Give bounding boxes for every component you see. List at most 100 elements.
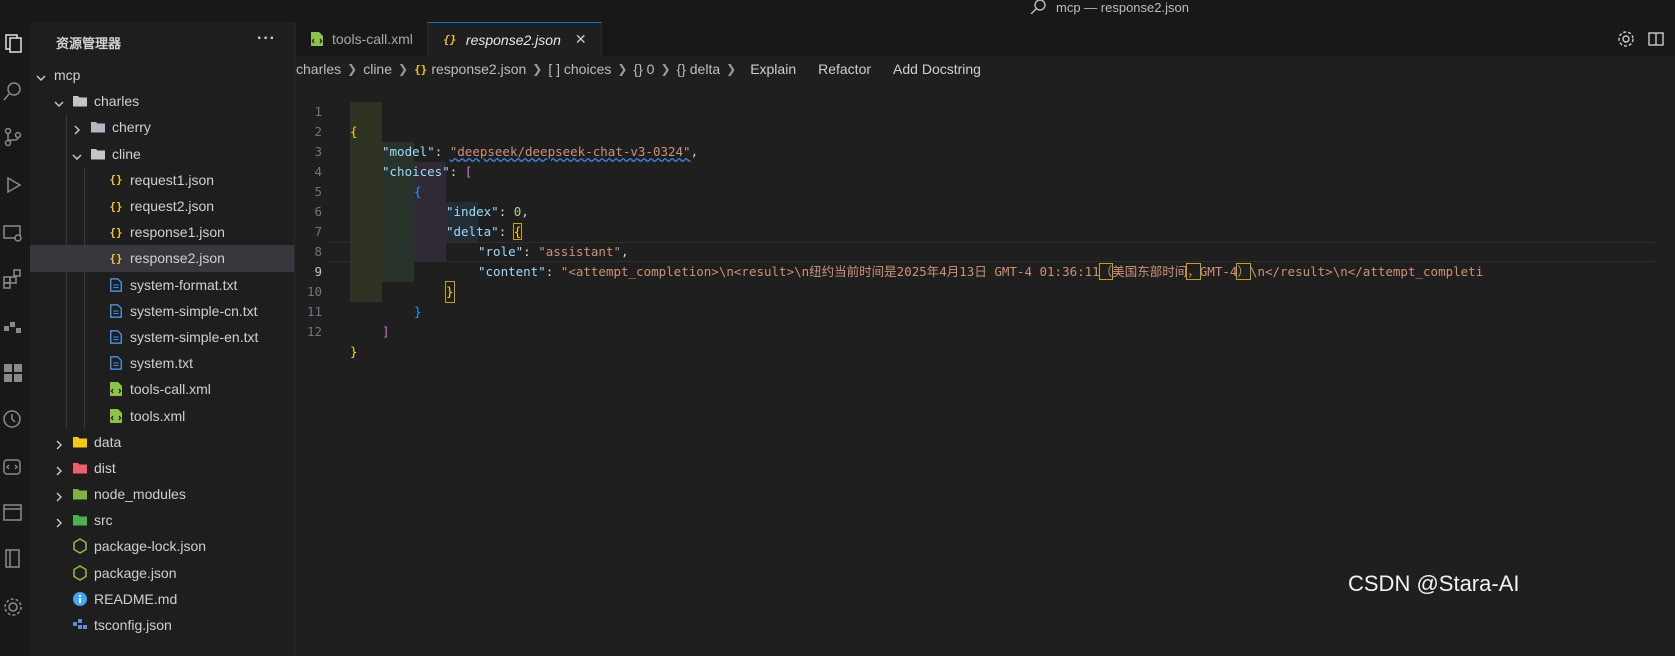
chevron-down-icon[interactable] bbox=[54, 96, 64, 108]
folder-open-icon bbox=[72, 93, 88, 109]
code-line: 3 "choices": [ bbox=[296, 122, 1675, 179]
explain-action[interactable]: Explain bbox=[750, 61, 796, 77]
extensions-icon[interactable] bbox=[2, 268, 24, 290]
indent-guide bbox=[66, 376, 67, 403]
settings-gear-icon[interactable] bbox=[2, 596, 24, 618]
tree-file[interactable]: system-simple-en.txt bbox=[30, 323, 294, 351]
tree-file[interactable]: {} request2.json bbox=[30, 192, 294, 220]
tab-tools-call-xml[interactable]: tools-call.xml bbox=[296, 22, 428, 56]
search-icon bbox=[1030, 0, 1046, 14]
tree-item-label: system-simple-en.txt bbox=[130, 328, 259, 345]
explorer-icon[interactable] bbox=[2, 32, 24, 54]
source-control-icon[interactable] bbox=[2, 126, 24, 148]
tree-file[interactable]: {} response2.json bbox=[30, 245, 294, 272]
chevron-right-icon[interactable] bbox=[54, 489, 64, 502]
json-file-icon: {} bbox=[109, 251, 123, 265]
remote-explorer-icon[interactable] bbox=[2, 222, 24, 244]
tree-item-label: cline bbox=[112, 145, 141, 162]
tab-response2-json[interactable]: {} response2.json ✕ bbox=[427, 22, 602, 56]
indent-guide bbox=[66, 166, 67, 193]
code-line: 12 } bbox=[296, 302, 1675, 359]
notebook-icon[interactable] bbox=[2, 548, 24, 570]
code-line: 5 "index": 0, bbox=[296, 162, 1675, 219]
activity-bar bbox=[0, 22, 30, 656]
search-icon[interactable] bbox=[2, 80, 24, 102]
tree-file[interactable]: {} response1.json bbox=[30, 219, 294, 246]
chevron-down-icon[interactable] bbox=[36, 70, 46, 82]
indent-guide bbox=[66, 297, 67, 324]
code-editor[interactable]: 1 { 2 "model": "deepseek/deepseek-chat-v… bbox=[296, 82, 1675, 656]
code-line: 7 "role": "assistant", bbox=[296, 202, 1675, 259]
tree-item-label: tools-call.xml bbox=[130, 381, 211, 398]
text-file-icon bbox=[108, 303, 124, 319]
refactor-action[interactable]: Refactor bbox=[818, 61, 871, 77]
command-center[interactable]: mcp — response2.json bbox=[1030, 0, 1189, 15]
tree-item-label: request2.json bbox=[130, 198, 215, 215]
close-tab-icon[interactable]: ✕ bbox=[575, 31, 587, 48]
npm-package-icon bbox=[72, 564, 88, 581]
breadcrumb-item[interactable]: cline bbox=[363, 61, 392, 77]
line-number: 12 bbox=[306, 324, 322, 339]
tree-item-label: response2.json bbox=[130, 250, 225, 267]
tree-file[interactable]: {} request1.json bbox=[30, 166, 294, 193]
window-title: mcp — response2.json bbox=[1056, 0, 1189, 15]
add-docstring-action[interactable]: Add Docstring bbox=[893, 61, 981, 77]
code-line: 1 { bbox=[296, 82, 1675, 139]
tree-folder[interactable]: mcp bbox=[30, 62, 294, 88]
code-line: 2 "model": "deepseek/deepseek-chat-v3-03… bbox=[296, 102, 1675, 159]
code-preview-icon[interactable] bbox=[2, 456, 24, 478]
breadcrumb-item[interactable]: charles bbox=[296, 61, 341, 77]
more-actions-button[interactable]: ··· bbox=[257, 30, 276, 48]
tree-folder[interactable]: charles bbox=[30, 88, 294, 114]
chevron-right-icon[interactable] bbox=[54, 437, 64, 450]
tree-file[interactable]: package-lock.json bbox=[30, 533, 294, 559]
breadcrumb-item[interactable]: {} response2.json bbox=[414, 61, 526, 77]
json-file-icon: {} bbox=[414, 62, 428, 76]
chevron-right-icon: ❯ bbox=[617, 62, 628, 76]
run-debug-icon[interactable] bbox=[2, 174, 24, 196]
panel-icon[interactable] bbox=[2, 502, 24, 524]
explorer-header: 资源管理器 ··· bbox=[30, 22, 294, 62]
tree-file[interactable]: system-simple-cn.txt bbox=[30, 297, 294, 324]
chevron-right-icon: ❯ bbox=[660, 62, 671, 76]
testing-icon[interactable] bbox=[2, 316, 24, 338]
tree-file[interactable]: README.md bbox=[30, 586, 294, 612]
tree-file[interactable]: package.json bbox=[30, 560, 294, 586]
timeline-icon[interactable] bbox=[2, 408, 24, 430]
tree-file[interactable]: tools-call.xml bbox=[30, 376, 294, 403]
breadcrumb-item[interactable]: {} delta bbox=[677, 61, 721, 77]
breadcrumb-item[interactable]: [ ] choices bbox=[548, 61, 611, 77]
tree-file[interactable]: tools.xml bbox=[30, 402, 294, 429]
tree-folder[interactable]: data bbox=[30, 429, 294, 455]
tree-file[interactable]: system.txt bbox=[30, 350, 294, 377]
watermark: CSDN @Stara-AI bbox=[1348, 571, 1520, 596]
split-editor-icon[interactable] bbox=[1647, 30, 1665, 48]
text-file-icon bbox=[108, 355, 124, 371]
tree-folder[interactable]: dist bbox=[30, 455, 294, 481]
code-line: 8 "content": "<attempt_completion>\n<res… bbox=[296, 222, 1675, 280]
tree-file[interactable]: tsconfig.json bbox=[30, 612, 294, 638]
indent-guide bbox=[84, 219, 85, 246]
grid-icon[interactable] bbox=[2, 362, 24, 384]
chevron-down-icon[interactable] bbox=[72, 149, 82, 160]
tree-folder[interactable]: node_modules bbox=[30, 481, 294, 507]
tree-item-label: node_modules bbox=[94, 486, 186, 503]
breadcrumb-item[interactable]: {} 0 bbox=[633, 61, 654, 77]
tree-folder[interactable]: cherry bbox=[30, 114, 294, 141]
chevron-right-icon[interactable] bbox=[54, 515, 64, 528]
folder-icon bbox=[72, 434, 88, 450]
indent-guide bbox=[66, 402, 67, 429]
tree-folder[interactable]: cline bbox=[30, 140, 294, 167]
chevron-right-icon[interactable] bbox=[72, 122, 82, 135]
tree-folder[interactable]: src bbox=[30, 507, 294, 533]
tree-file[interactable]: system-format.txt bbox=[30, 271, 294, 298]
gear-icon[interactable] bbox=[1617, 30, 1635, 48]
tree-item-label: README.md bbox=[94, 590, 178, 607]
chevron-right-icon[interactable] bbox=[54, 463, 64, 476]
tree-item-label: mcp bbox=[54, 67, 81, 84]
